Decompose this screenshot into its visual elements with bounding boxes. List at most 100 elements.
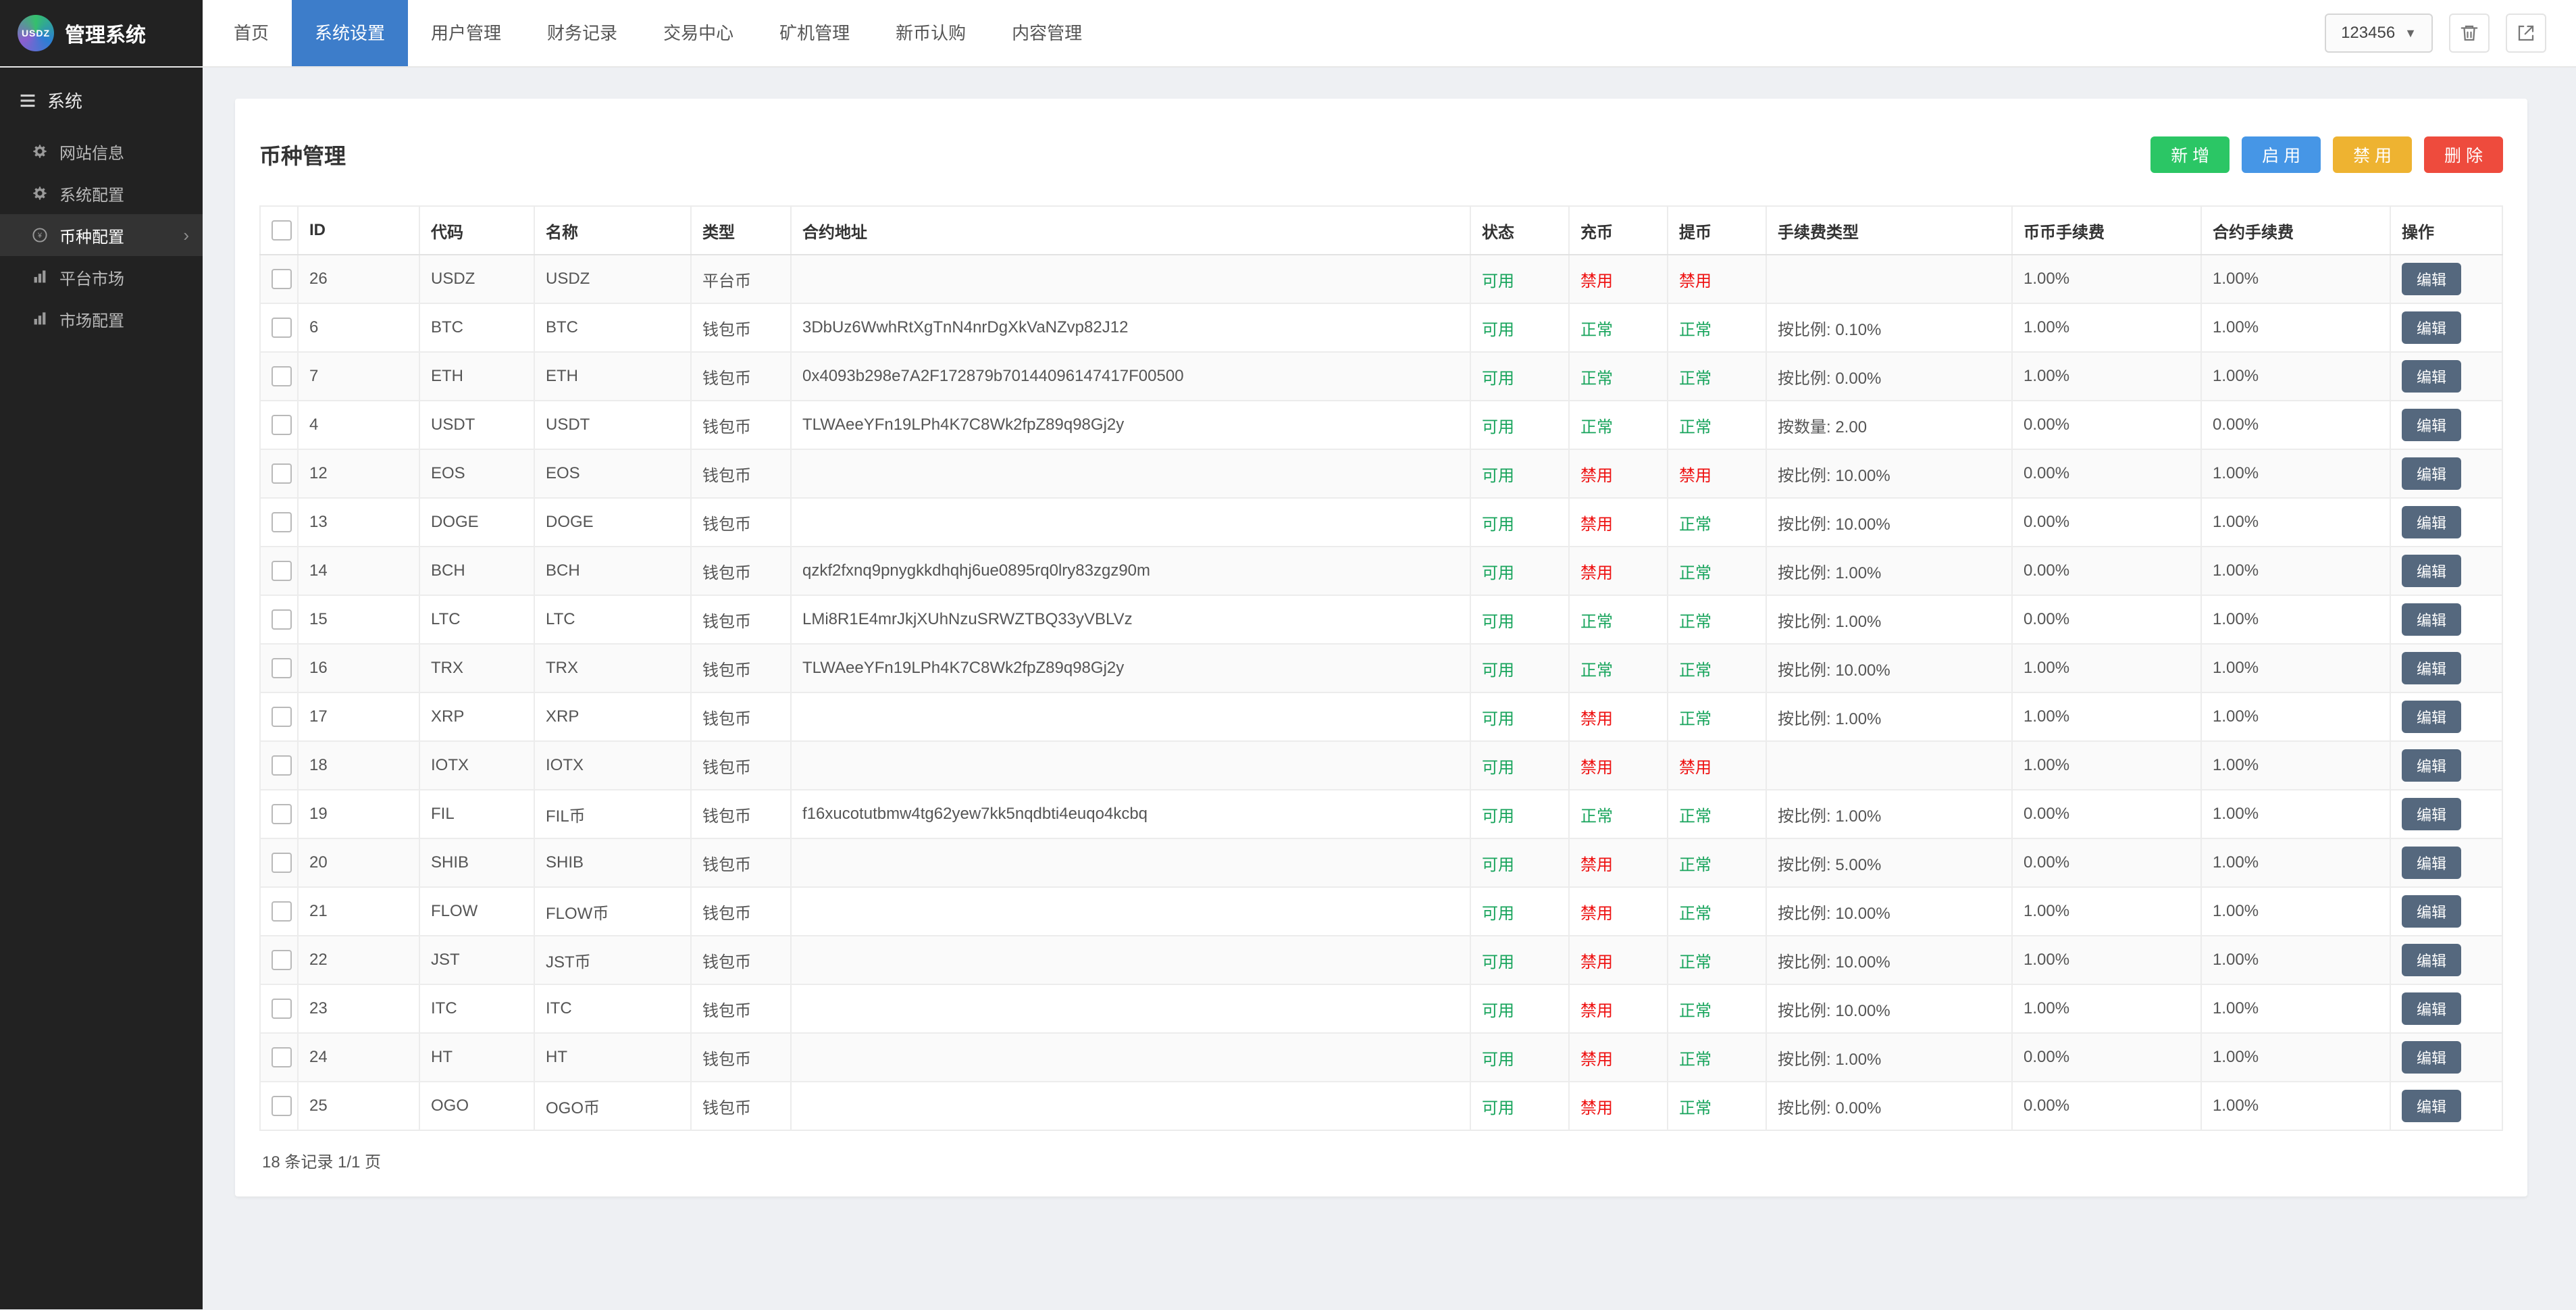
row-checkbox[interactable] — [272, 269, 292, 289]
edit-button[interactable]: 编辑 — [2402, 1041, 2461, 1074]
select-all-checkbox[interactable] — [272, 220, 292, 241]
sidebar-item-site-info[interactable]: 网站信息› — [0, 130, 203, 172]
cell-status: 可用 — [1470, 303, 1569, 352]
row-checkbox[interactable] — [272, 901, 292, 922]
edit-button[interactable]: 编辑 — [2402, 895, 2461, 928]
row-checkbox[interactable] — [272, 512, 292, 532]
cell-name: EOS — [534, 449, 691, 498]
cell-withdraw: 正常 — [1668, 887, 1766, 936]
nav-tab-home[interactable]: 首页 — [211, 0, 292, 66]
cell-deposit: 禁用 — [1569, 887, 1668, 936]
nav-tab-new-coin-subscription[interactable]: 新币认购 — [873, 0, 989, 66]
table-row: 17XRPXRP钱包币可用禁用正常按比例: 1.00%1.00%1.00%编辑 — [260, 692, 2502, 741]
edit-button[interactable]: 编辑 — [2402, 555, 2461, 587]
cell-contract_fee: 1.00% — [2201, 838, 2390, 887]
cell-code: TRX — [419, 644, 534, 692]
row-checkbox[interactable] — [272, 609, 292, 630]
nav-tab-finance-records[interactable]: 财务记录 — [524, 0, 640, 66]
row-checkbox[interactable] — [272, 318, 292, 338]
cell-withdraw: 正常 — [1668, 838, 1766, 887]
row-checkbox[interactable] — [272, 366, 292, 386]
edit-button[interactable]: 编辑 — [2402, 847, 2461, 879]
sidebar-item-platform-market[interactable]: 平台市场› — [0, 256, 203, 298]
user-menu-button[interactable]: 123456 ▼ — [2325, 14, 2433, 53]
status-badge: 正常 — [1679, 321, 1711, 339]
cell-code: HT — [419, 1033, 534, 1082]
cell-actions: 编辑 — [2390, 838, 2502, 887]
nav-tab-content-management[interactable]: 内容管理 — [989, 0, 1105, 66]
row-checkbox[interactable] — [272, 707, 292, 727]
table-row: 13DOGEDOGE钱包币可用禁用正常按比例: 10.00%0.00%1.00%… — [260, 498, 2502, 547]
nav-tab-trade-center[interactable]: 交易中心 — [640, 0, 756, 66]
delete-button[interactable]: 删 除 — [2424, 136, 2503, 173]
status-badge: 禁用 — [1580, 1099, 1613, 1117]
edit-button[interactable]: 编辑 — [2402, 506, 2461, 538]
cell-code: ITC — [419, 984, 534, 1033]
edit-button[interactable]: 编辑 — [2402, 798, 2461, 830]
enable-button[interactable]: 启 用 — [2242, 136, 2321, 173]
cell-fee_type: 按比例: 1.00% — [1766, 595, 2012, 644]
row-checkbox[interactable] — [272, 755, 292, 776]
sidebar-item-coin-config[interactable]: ¥币种配置› — [0, 214, 203, 256]
column-header-2: 代码 — [419, 206, 534, 255]
edit-button[interactable]: 编辑 — [2402, 263, 2461, 295]
cell-contract — [791, 498, 1470, 547]
row-checkbox[interactable] — [272, 1047, 292, 1067]
edit-button[interactable]: 编辑 — [2402, 749, 2461, 782]
row-checkbox[interactable] — [272, 999, 292, 1019]
nav-tab-system-settings[interactable]: 系统设置 — [292, 0, 408, 66]
trash-button[interactable] — [2449, 14, 2490, 53]
row-checkbox[interactable] — [272, 804, 292, 824]
row-checkbox[interactable] — [272, 658, 292, 678]
cell-fee_type: 按比例: 0.00% — [1766, 352, 2012, 401]
menu-icon — [19, 92, 36, 109]
cell-checkbox — [260, 838, 298, 887]
row-checkbox[interactable] — [272, 415, 292, 435]
logout-button[interactable] — [2506, 14, 2546, 53]
column-header-12: 操作 — [2390, 206, 2502, 255]
cell-id: 7 — [298, 352, 419, 401]
sidebar-item-label: 市场配置 — [59, 307, 124, 331]
nav-tab-miner-management[interactable]: 矿机管理 — [756, 0, 873, 66]
edit-button[interactable]: 编辑 — [2402, 603, 2461, 636]
disable-button[interactable]: 禁 用 — [2333, 136, 2412, 173]
add-button[interactable]: 新 增 — [2150, 136, 2230, 173]
edit-button[interactable]: 编辑 — [2402, 311, 2461, 344]
sidebar-item-label: 系统配置 — [59, 182, 124, 205]
cell-deposit: 禁用 — [1569, 1033, 1668, 1082]
edit-button[interactable]: 编辑 — [2402, 652, 2461, 684]
status-badge: 正常 — [1679, 1002, 1711, 1020]
row-checkbox[interactable] — [272, 1096, 292, 1116]
cell-withdraw: 正常 — [1668, 352, 1766, 401]
cell-type: 钱包币 — [691, 595, 791, 644]
cell-name: FIL币 — [534, 790, 691, 838]
row-checkbox[interactable] — [272, 950, 292, 970]
edit-button[interactable]: 编辑 — [2402, 360, 2461, 393]
row-checkbox[interactable] — [272, 853, 292, 873]
cell-name: BTC — [534, 303, 691, 352]
edit-button[interactable]: 编辑 — [2402, 944, 2461, 976]
edit-button[interactable]: 编辑 — [2402, 457, 2461, 490]
cell-coin_fee: 0.00% — [2012, 547, 2201, 595]
cell-name: LTC — [534, 595, 691, 644]
row-checkbox[interactable] — [272, 561, 292, 581]
sidebar-item-market-config[interactable]: 市场配置› — [0, 298, 203, 340]
status-badge: 禁用 — [1580, 953, 1613, 972]
column-header-3: 名称 — [534, 206, 691, 255]
sidebar-item-system-config[interactable]: 系统配置› — [0, 172, 203, 214]
nav-tab-user-management[interactable]: 用户管理 — [408, 0, 524, 66]
edit-button[interactable]: 编辑 — [2402, 992, 2461, 1025]
table-row: 26USDZUSDZ平台币可用禁用禁用1.00%1.00%编辑 — [260, 255, 2502, 303]
logo-text: USDZ — [22, 28, 50, 39]
edit-button[interactable]: 编辑 — [2402, 409, 2461, 441]
cell-id: 19 — [298, 790, 419, 838]
edit-button[interactable]: 编辑 — [2402, 1090, 2461, 1122]
cell-coin_fee: 1.00% — [2012, 936, 2201, 984]
cell-contract: qzkf2fxnq9pnygkkdhqhj6ue0895rq0lry83zgz9… — [791, 547, 1470, 595]
cell-type: 钱包币 — [691, 1082, 791, 1130]
cell-withdraw: 禁用 — [1668, 741, 1766, 790]
edit-button[interactable]: 编辑 — [2402, 701, 2461, 733]
cell-withdraw: 正常 — [1668, 1033, 1766, 1082]
row-checkbox[interactable] — [272, 463, 292, 484]
status-badge: 可用 — [1482, 905, 1514, 923]
